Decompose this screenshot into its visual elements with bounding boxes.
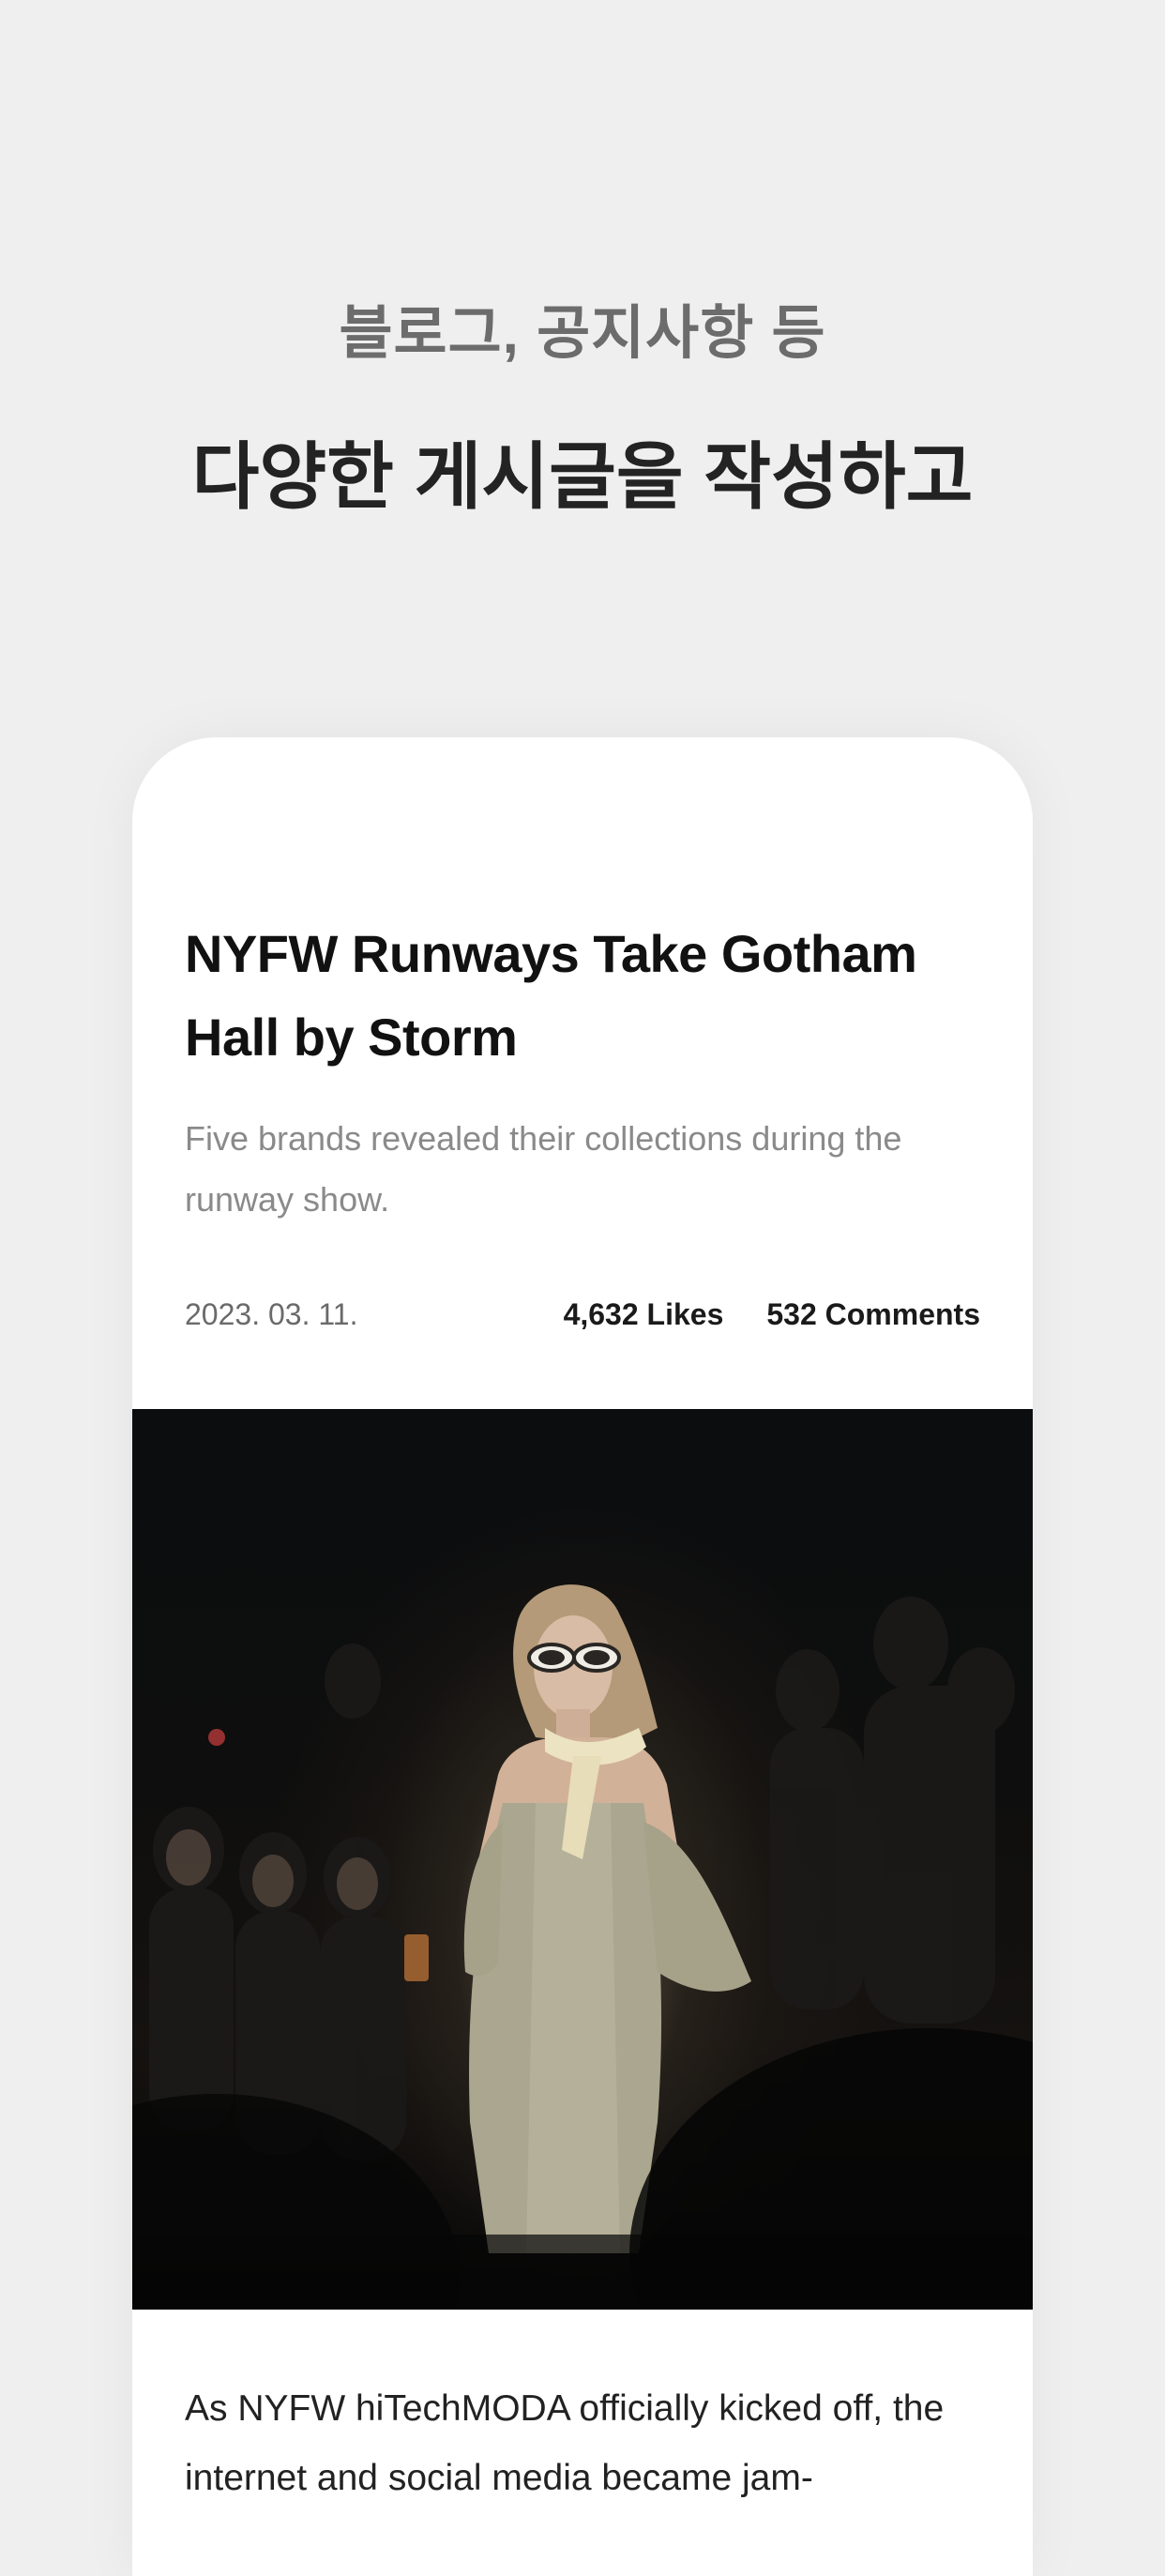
post-image[interactable]: [132, 1409, 1033, 2310]
post-summary: Five brands revealed their collections d…: [185, 1119, 902, 1219]
post-card[interactable]: NYFW Runways Take Gotham Hall by Storm F…: [132, 737, 1033, 2576]
post-body: As NYFW hiTechMODA officially kicked off…: [185, 2388, 945, 2498]
likes-count[interactable]: 4,632 Likes: [564, 1291, 724, 1338]
post-stats: 4,632 Likes 532 Comments: [564, 1291, 980, 1338]
post-meta: 2023. 03. 11. 4,632 Likes 532 Comments: [185, 1291, 980, 1338]
promo-title: 다양한 게시글을 작성하고: [191, 435, 974, 518]
promo-subtitle: 블로그, 공지사항 등: [339, 301, 826, 366]
post-date: 2023. 03. 11.: [185, 1297, 358, 1331]
post-title[interactable]: NYFW Runways Take Gotham Hall by Storm: [185, 912, 991, 1079]
comments-count[interactable]: 532 Comments: [766, 1291, 980, 1338]
runway-model-photo: [132, 1584, 1033, 2310]
